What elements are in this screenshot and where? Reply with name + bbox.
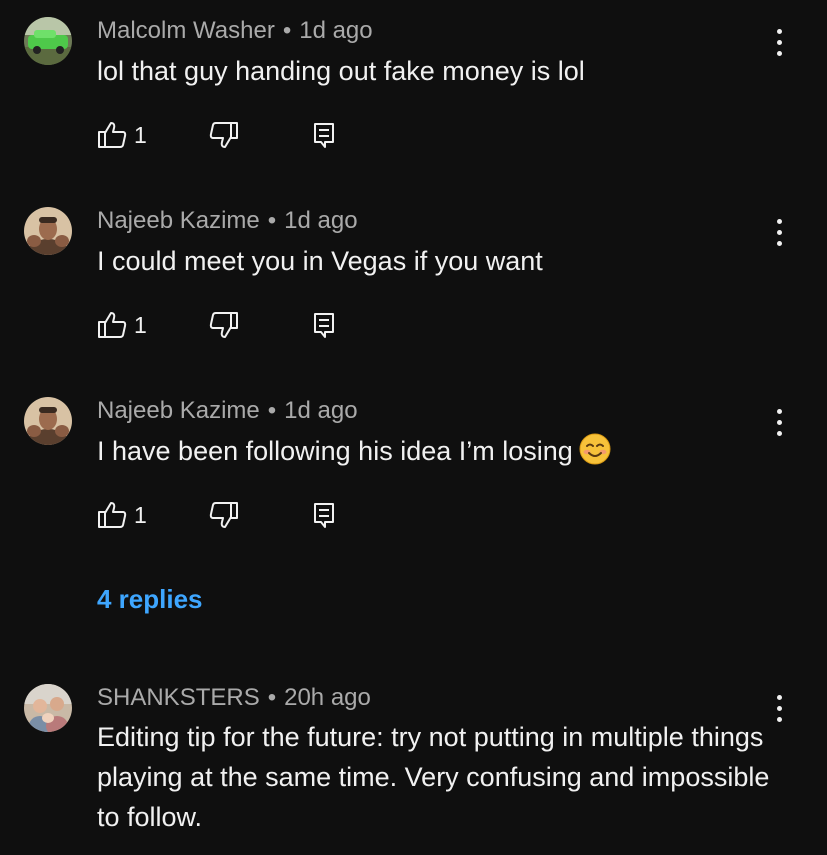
like-icon (98, 312, 127, 338)
reply-button[interactable] (312, 498, 336, 532)
comment-text: I have been following his idea I’m losin… (97, 431, 777, 471)
avatar[interactable] (24, 684, 72, 732)
comment-text: I could meet you in Vegas if you want (97, 246, 543, 276)
author-name[interactable]: SHANKSTERS (97, 684, 260, 711)
separator-dot: • (267, 684, 277, 711)
dislike-icon (209, 122, 238, 148)
dislike-button[interactable] (208, 118, 240, 152)
more-options-icon[interactable] (766, 214, 792, 250)
dislike-icon (209, 312, 238, 338)
like-button[interactable]: 1 (96, 118, 147, 152)
reply-icon (314, 123, 334, 148)
separator-dot: • (267, 397, 277, 424)
more-options-icon[interactable] (766, 404, 792, 440)
comment-text-content: I have been following his idea I’m losin… (97, 436, 573, 466)
smiling-face-emoji (579, 433, 611, 465)
like-count: 1 (134, 501, 147, 528)
separator-dot: • (267, 207, 277, 234)
comment-text: Editing tip for the future: try not putt… (97, 722, 770, 832)
like-count: 1 (134, 311, 147, 338)
author-name[interactable]: Najeeb Kazime (97, 397, 260, 424)
more-options-icon[interactable] (766, 24, 792, 60)
reply-icon (314, 313, 334, 338)
dislike-icon (209, 502, 238, 528)
separator-dot: • (282, 17, 292, 44)
comment-meta: Malcolm Washer • 1d ago (97, 17, 373, 45)
comment-time[interactable]: 1d ago (284, 397, 357, 424)
comment-meta: SHANKSTERS • 20h ago (97, 684, 371, 712)
comment-time[interactable]: 1d ago (284, 207, 357, 234)
like-button[interactable]: 1 (96, 308, 147, 342)
avatar[interactable] (24, 207, 72, 255)
reply-button[interactable] (312, 308, 336, 342)
like-icon (98, 122, 127, 148)
comment-time[interactable]: 1d ago (299, 17, 372, 44)
dislike-button[interactable] (208, 308, 240, 342)
like-icon (98, 502, 127, 528)
dislike-button[interactable] (208, 498, 240, 532)
more-options-icon[interactable] (766, 690, 792, 726)
view-replies-link[interactable]: 4 replies (97, 584, 203, 615)
comment-meta: Najeeb Kazime • 1d ago (97, 397, 358, 425)
comment-text: lol that guy handing out fake money is l… (97, 56, 585, 86)
avatar[interactable] (24, 397, 72, 445)
comment-time[interactable]: 20h ago (284, 684, 371, 711)
reply-icon (314, 503, 334, 528)
author-name[interactable]: Malcolm Washer (97, 17, 275, 44)
avatar[interactable] (24, 17, 72, 65)
reply-button[interactable] (312, 118, 336, 152)
like-count: 1 (134, 121, 147, 148)
like-button[interactable]: 1 (96, 498, 147, 532)
author-name[interactable]: Najeeb Kazime (97, 207, 260, 234)
comment-meta: Najeeb Kazime • 1d ago (97, 207, 358, 235)
